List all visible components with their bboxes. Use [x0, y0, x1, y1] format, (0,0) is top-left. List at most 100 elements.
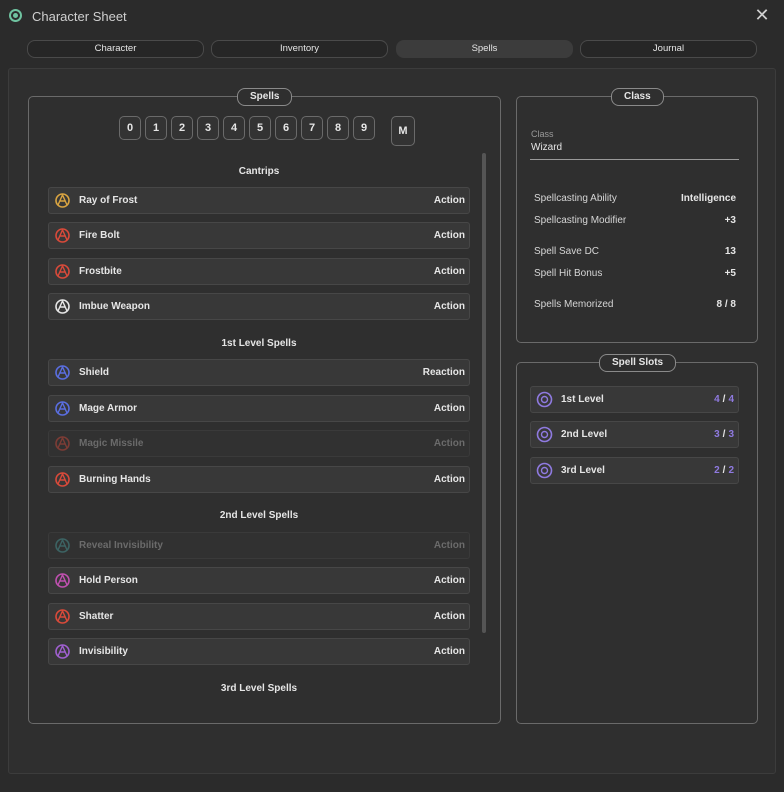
tab-character[interactable]: Character — [27, 40, 204, 58]
shatter-icon — [55, 609, 70, 624]
spell-row[interactable]: Imbue Weapon Action — [48, 293, 470, 320]
magic-missile-icon — [55, 436, 70, 451]
level-filter-7[interactable]: 7 — [301, 116, 323, 140]
spell-action-cost: Reaction — [422, 367, 465, 378]
spell-name: Ray of Frost — [79, 195, 138, 206]
stat-label-spellcasting-ability: Spellcasting Ability — [534, 193, 617, 204]
tab-inventory[interactable]: Inventory — [211, 40, 388, 58]
spell-action-cost: Action — [433, 403, 465, 414]
spell-list-scrollbar[interactable] — [482, 153, 486, 633]
spell-name: Shield — [79, 367, 110, 378]
section-heading-cantrips: Cantrips — [238, 166, 280, 177]
spell-slot-row[interactable]: 3rd Level 2/2 — [530, 457, 739, 484]
spell-slot-label: 2nd Level — [561, 429, 608, 440]
spell-slot-count: 2/2 — [714, 465, 734, 476]
burning-hands-icon — [55, 472, 70, 487]
tab-journal[interactable]: Journal — [580, 40, 757, 58]
slot-total: 4 — [728, 394, 734, 405]
spell-action-cost: Action — [433, 646, 465, 657]
spell-name: Reveal Invisibility — [79, 540, 163, 551]
level-filter-5[interactable]: 5 — [249, 116, 271, 140]
invisibility-icon — [55, 644, 70, 659]
class-field-underline — [530, 159, 739, 160]
spell-action-cost: Action — [433, 301, 465, 312]
level-filter-4[interactable]: 4 — [223, 116, 245, 140]
stat-value-spell-hit-bonus: +5 — [724, 268, 736, 279]
tab-spells[interactable]: Spells — [396, 40, 573, 58]
class-panel-title: Class — [611, 88, 664, 106]
spell-slot-row[interactable]: 1st Level 4/4 — [530, 386, 739, 413]
slot-separator: / — [722, 394, 726, 405]
spell-slot-icon — [536, 391, 553, 408]
spell-row[interactable]: Frostbite Action — [48, 258, 470, 285]
section-heading-2nd-level: 2nd Level Spells — [219, 510, 299, 521]
slot-total: 2 — [728, 465, 734, 476]
class-panel: Class Class Wizard Spellcasting Ability … — [516, 88, 758, 343]
spell-name: Burning Hands — [79, 474, 151, 485]
spell-slot-label: 3rd Level — [561, 465, 605, 476]
spell-action-cost: Action — [433, 474, 465, 485]
spell-name: Frostbite — [79, 266, 122, 277]
spell-row[interactable]: Fire Bolt Action — [48, 222, 470, 249]
spell-name: Magic Missile — [79, 438, 144, 449]
hold-person-icon — [55, 573, 70, 588]
memorized-filter-button[interactable]: M — [391, 116, 415, 146]
spell-row[interactable]: Burning Hands Action — [48, 466, 470, 493]
spells-panel-title: Spells — [237, 88, 293, 106]
shield-icon — [55, 365, 70, 380]
level-filter-2[interactable]: 2 — [171, 116, 193, 140]
spell-name: Imbue Weapon — [79, 301, 150, 312]
slot-available: 4 — [714, 394, 720, 405]
spell-action-cost: Action — [433, 575, 465, 586]
ray-of-frost-icon — [55, 193, 70, 208]
spell-row[interactable]: Invisibility Action — [48, 638, 470, 665]
level-filter-9[interactable]: 9 — [353, 116, 375, 140]
stat-label-spellcasting-modifier: Spellcasting Modifier — [534, 215, 627, 226]
frostbite-icon — [55, 264, 70, 279]
tab-bar: Character Inventory Spells Journal — [27, 40, 757, 58]
spell-row[interactable]: Mage Armor Action — [48, 395, 470, 422]
spell-row[interactable]: Ray of Frost Action — [48, 187, 470, 214]
spell-action-cost: Action — [433, 230, 465, 241]
spell-slot-icon — [536, 462, 553, 479]
spell-name: Invisibility — [79, 646, 128, 657]
spell-name: Shatter — [79, 611, 114, 622]
spell-action-cost: Action — [433, 195, 465, 206]
spell-action-cost: Action — [433, 438, 465, 449]
app-gear-icon — [9, 9, 22, 22]
section-heading-1st-level: 1st Level Spells — [221, 338, 297, 349]
spell-name: Mage Armor — [79, 403, 137, 414]
spell-name: Fire Bolt — [79, 230, 120, 241]
spell-slot-count: 3/3 — [714, 429, 734, 440]
close-button[interactable]: ✕ — [751, 4, 773, 26]
level-filter-3[interactable]: 3 — [197, 116, 219, 140]
level-filter-1[interactable]: 1 — [145, 116, 167, 140]
spell-row[interactable]: Magic Missile Action — [48, 430, 470, 457]
spell-action-cost: Action — [433, 611, 465, 622]
spell-row[interactable]: Shatter Action — [48, 603, 470, 630]
mage-armor-icon — [55, 401, 70, 416]
level-filter-8[interactable]: 8 — [327, 116, 349, 140]
spell-slots-panel-title: Spell Slots — [599, 354, 677, 372]
level-filter-6[interactable]: 6 — [275, 116, 297, 140]
spell-row[interactable]: Shield Reaction — [48, 359, 470, 386]
stat-label-spell-save-dc: Spell Save DC — [534, 246, 600, 257]
reveal-invisibility-icon — [55, 538, 70, 553]
spell-slot-row[interactable]: 2nd Level 3/3 — [530, 421, 739, 448]
stat-label-spell-hit-bonus: Spell Hit Bonus — [534, 268, 603, 279]
spell-slot-icon — [536, 426, 553, 443]
level-filter-0[interactable]: 0 — [119, 116, 141, 140]
window-title: Character Sheet — [32, 9, 127, 24]
spell-slots-panel: Spell Slots 1st Level 4/4 2nd Level 3/3 3rd … — [516, 354, 758, 724]
imbue-weapon-icon — [55, 299, 70, 314]
stat-value-spellcasting-ability: Intelligence — [680, 193, 736, 204]
spell-row[interactable]: Reveal Invisibility Action — [48, 532, 470, 559]
spell-row[interactable]: Hold Person Action — [48, 567, 470, 594]
slot-separator: / — [722, 429, 726, 440]
spell-action-cost: Action — [433, 540, 465, 551]
slot-total: 3 — [728, 429, 734, 440]
slot-available: 3 — [714, 429, 720, 440]
slot-available: 2 — [714, 465, 720, 476]
spell-name: Hold Person — [79, 575, 138, 586]
spell-action-cost: Action — [433, 266, 465, 277]
